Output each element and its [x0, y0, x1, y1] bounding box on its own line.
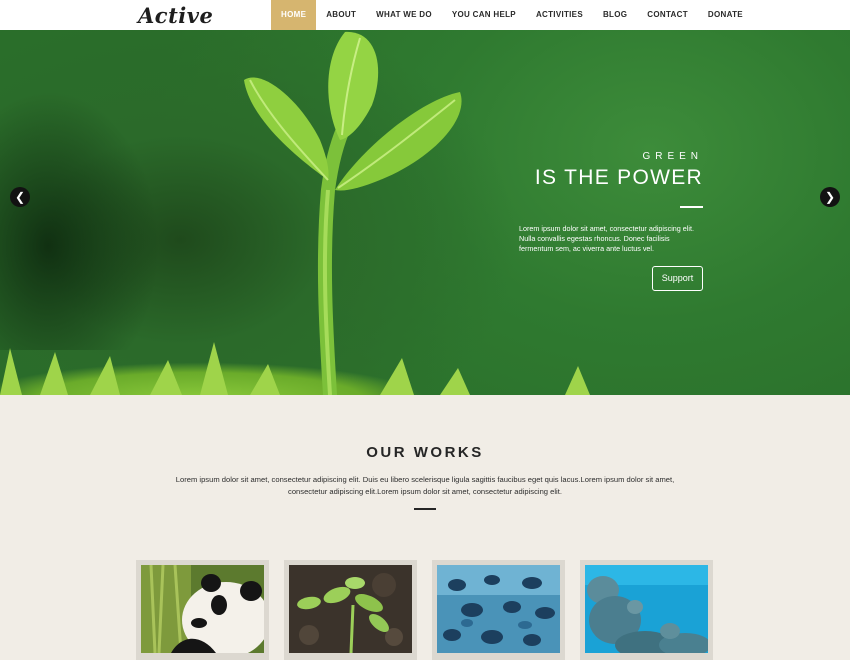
hero-slider: ❮ ❯ GREEN IS THE POWER Lorem ipsum dolor… [0, 30, 850, 395]
panda-image [141, 565, 264, 653]
chevron-left-icon: ❮ [14, 190, 26, 204]
work-tile-fish[interactable] [432, 560, 565, 660]
nav-item-you-can-help[interactable]: YOU CAN HELP [442, 0, 526, 30]
slider-next-button[interactable]: ❯ [820, 187, 840, 207]
seedling-illustration [0, 31, 590, 395]
work-tile-panda[interactable] [136, 560, 269, 660]
work-tile-coral[interactable] [580, 560, 713, 660]
work-tile-seedling[interactable] [284, 560, 417, 660]
chevron-right-icon: ❯ [824, 190, 836, 204]
fish-image [437, 565, 560, 653]
coral-image [585, 565, 708, 653]
nav-item-blog[interactable]: BLOG [593, 0, 637, 30]
works-divider [414, 508, 436, 510]
nav-item-activities[interactable]: ACTIVITIES [526, 0, 593, 30]
site-logo[interactable]: Active [138, 3, 213, 28]
slider-prev-button[interactable]: ❮ [10, 187, 30, 207]
main-nav: HOME ABOUT WHAT WE DO YOU CAN HELP ACTIV… [271, 0, 753, 30]
nav-item-home[interactable]: HOME [271, 0, 317, 30]
nav-item-donate[interactable]: DONATE [698, 0, 753, 30]
seedling-image [289, 565, 412, 653]
hero-divider [680, 206, 703, 208]
hero-text: Lorem ipsum dolor sit amet, consectetur … [519, 224, 694, 253]
works-text: Lorem ipsum dolor sit amet, consectetur … [175, 475, 675, 496]
top-navbar: Active HOME ABOUT WHAT WE DO YOU CAN HEL… [0, 0, 850, 30]
support-button[interactable]: Support [652, 266, 703, 291]
nav-item-what-we-do[interactable]: WHAT WE DO [366, 0, 442, 30]
nav-item-contact[interactable]: CONTACT [637, 0, 698, 30]
works-title: OUR WORKS [366, 444, 484, 461]
hero-kicker: GREEN [642, 151, 703, 162]
nav-item-about[interactable]: ABOUT [316, 0, 366, 30]
hero-title: IS THE POWER [534, 166, 703, 189]
